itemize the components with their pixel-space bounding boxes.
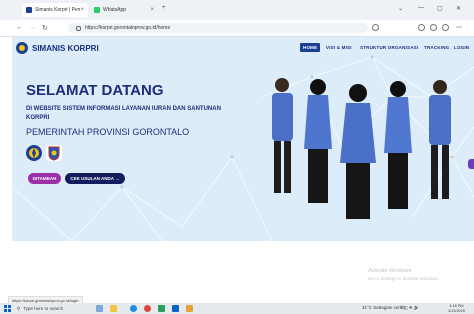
tab-title: WhatsApp bbox=[103, 7, 127, 13]
weather-widget[interactable]: 31°C Sebagian cerah bbox=[362, 305, 405, 310]
reload-icon[interactable]: ↻ bbox=[42, 24, 48, 32]
windows-taskbar: ⚲ Type here to search 31°C Sebagian cera… bbox=[0, 303, 474, 314]
nav-home[interactable]: HOME bbox=[300, 43, 321, 52]
back-arrow-icon[interactable]: ← bbox=[16, 24, 23, 31]
tab-simanis[interactable]: Simanis Korpri | Pemerintah Provinsi Gor… bbox=[22, 3, 88, 17]
search-icon: ⚲ bbox=[17, 305, 21, 311]
address-bar-row: ← → ↻ https://korpri.gorontaloprov.go.id… bbox=[0, 20, 474, 37]
taskbar-search-input[interactable]: ⚲ Type here to search bbox=[14, 304, 89, 313]
pinned-app-icon[interactable] bbox=[186, 305, 193, 312]
maximize-button[interactable]: ▢ bbox=[437, 5, 443, 12]
hero-province: PEMERINTAH PROVINSI GORONTALO bbox=[26, 127, 190, 137]
minimize-button[interactable]: — bbox=[418, 5, 424, 11]
url-input[interactable]: https://korpri.gorontaloprov.go.id/home bbox=[68, 23, 368, 33]
korpri-favicon-icon bbox=[26, 7, 32, 13]
staff-figure bbox=[429, 80, 451, 199]
staff-figure bbox=[384, 81, 412, 209]
lock-icon bbox=[76, 25, 81, 31]
korpri-emblem-icon bbox=[26, 145, 42, 161]
nav-struktur-organisasi[interactable]: STRUKTUR ORGANISASI bbox=[360, 45, 418, 50]
activate-windows-title: Activate Windows bbox=[368, 268, 412, 274]
whatsapp-favicon-icon bbox=[94, 7, 100, 13]
site-brand[interactable]: SIMANIS KORPRI bbox=[32, 44, 99, 53]
korpri-logo-icon bbox=[16, 42, 28, 54]
collections-icon[interactable] bbox=[430, 24, 437, 31]
cek-usulan-button[interactable]: CEK USULAN ANDA → bbox=[65, 173, 125, 184]
staff-figure bbox=[272, 78, 293, 193]
url-text: https://korpri.gorontaloprov.go.id/home bbox=[85, 25, 171, 31]
forward-arrow-icon[interactable]: → bbox=[29, 24, 36, 31]
activate-windows-subtitle: Go to Settings to activate Windows. bbox=[368, 276, 440, 281]
search-placeholder: Type here to search bbox=[23, 306, 64, 311]
file-explorer-icon[interactable] bbox=[110, 305, 117, 312]
site-navbar: SIMANIS KORPRI HOME VISI & MISI STRUKTUR… bbox=[12, 37, 474, 59]
ditambah-button[interactable]: DITAMBAH bbox=[28, 173, 61, 184]
nav-tracking[interactable]: TRACKING bbox=[424, 45, 449, 50]
windows-start-icon[interactable] bbox=[4, 305, 11, 312]
chat-widget-button[interactable] bbox=[468, 159, 474, 169]
tab-whatsapp[interactable]: WhatsApp × bbox=[90, 3, 158, 17]
close-window-button[interactable]: ✕ bbox=[456, 5, 461, 12]
staff-figure bbox=[304, 79, 332, 203]
nav-login[interactable]: LOGIN bbox=[454, 45, 469, 50]
clock-date: 1/13/2025 bbox=[448, 308, 465, 313]
mail-icon[interactable] bbox=[172, 305, 179, 312]
tab-title: Simanis Korpri | Pemerintah Provinsi Gor… bbox=[35, 7, 81, 13]
tab-list-icon[interactable]: ⌄ bbox=[398, 5, 403, 12]
extensions-icon[interactable] bbox=[418, 24, 425, 31]
task-view-icon[interactable] bbox=[96, 305, 103, 312]
hero-subtitle: DI WEBSITE SISTEM INFORMASI LAYANAN IURA… bbox=[26, 106, 221, 121]
system-tray-icons[interactable]: ^ ◫ ⌯ 🔊 bbox=[400, 305, 419, 311]
nav-visi-misi[interactable]: VISI & MISI bbox=[326, 45, 352, 50]
hero-title: SELAMAT DATANG bbox=[26, 82, 164, 99]
korpri-staff-photo bbox=[272, 78, 451, 219]
browser-tab-bar: Simanis Korpri | Pemerintah Provinsi Gor… bbox=[0, 0, 474, 20]
edge-browser-icon[interactable] bbox=[130, 305, 137, 312]
close-icon[interactable]: × bbox=[150, 7, 154, 13]
close-icon[interactable]: × bbox=[80, 7, 84, 13]
staff-figure bbox=[340, 84, 376, 219]
clock-time: 4:16 PM bbox=[449, 304, 464, 308]
favorite-star-icon[interactable] bbox=[372, 24, 379, 31]
gorontalo-emblem-icon bbox=[46, 145, 62, 161]
profile-icon[interactable] bbox=[442, 24, 449, 31]
store-icon[interactable] bbox=[158, 305, 165, 312]
new-tab-button[interactable]: + bbox=[162, 5, 166, 11]
chrome-icon[interactable] bbox=[144, 305, 151, 312]
more-menu-icon[interactable]: ⋯ bbox=[456, 24, 463, 31]
website-hero: SIMANIS KORPRI HOME VISI & MISI STRUKTUR… bbox=[12, 37, 474, 241]
taskbar-clock[interactable]: 4:16 PM 1/13/2025 bbox=[448, 304, 465, 313]
